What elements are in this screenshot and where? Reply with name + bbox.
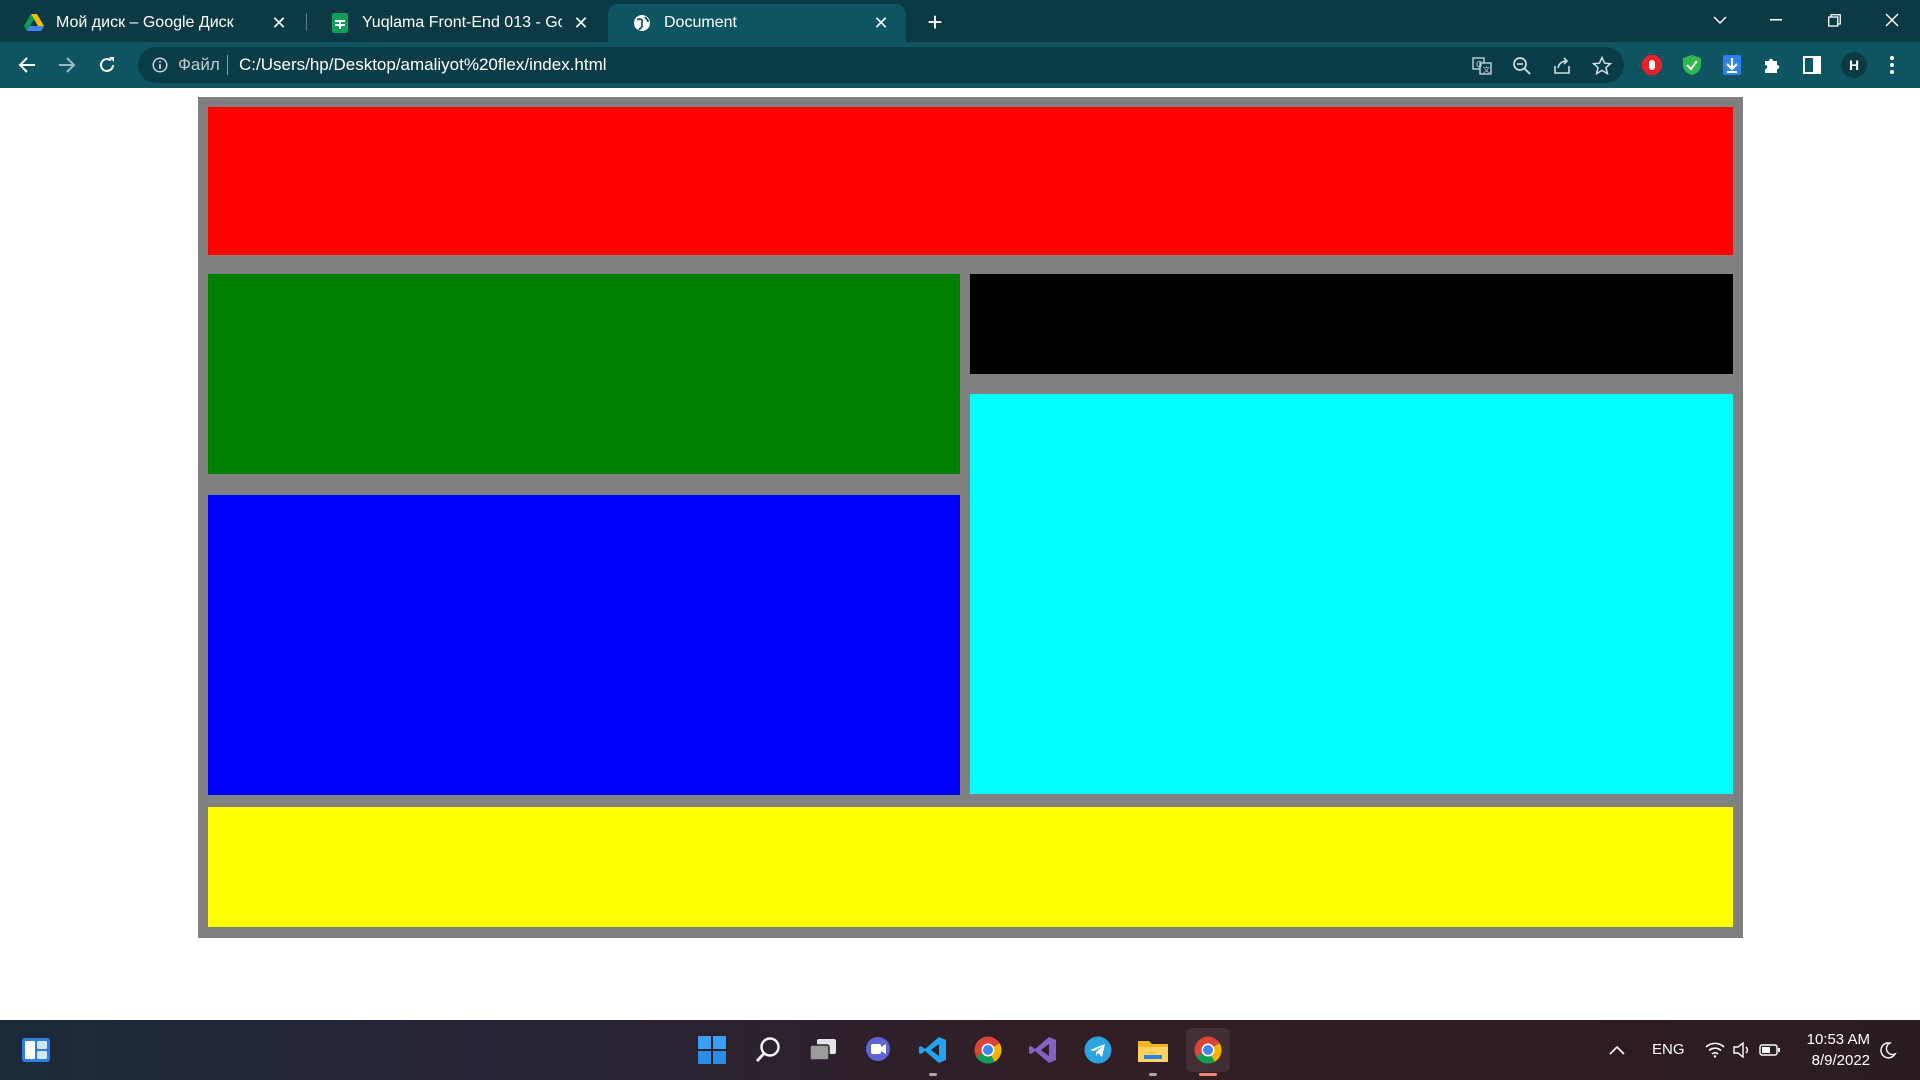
puzzle-extensions-icon[interactable] bbox=[1758, 51, 1786, 79]
visual-studio-icon[interactable] bbox=[1021, 1028, 1065, 1072]
running-indicator bbox=[1149, 1073, 1157, 1076]
close-window-icon[interactable] bbox=[1864, 0, 1920, 40]
tab-strip: Мой диск – Google Диск ✕ Yuqlama Front-E… bbox=[0, 0, 1920, 42]
black-block bbox=[970, 274, 1733, 374]
share-icon[interactable] bbox=[1549, 53, 1575, 79]
translate-icon[interactable]: G文 bbox=[1469, 53, 1495, 79]
chrome-icon[interactable] bbox=[1186, 1028, 1230, 1072]
widgets-icon[interactable] bbox=[14, 1028, 58, 1072]
volume-icon[interactable] bbox=[1729, 1028, 1755, 1072]
minimize-icon[interactable] bbox=[1748, 0, 1804, 40]
clock[interactable]: 10:53 AM 8/9/2022 bbox=[1806, 1029, 1870, 1071]
flex-container bbox=[198, 97, 1743, 938]
shield-check-icon[interactable] bbox=[1678, 51, 1706, 79]
close-tab-icon[interactable]: ✕ bbox=[268, 12, 290, 34]
restore-icon[interactable] bbox=[1806, 0, 1862, 40]
globe-icon bbox=[632, 13, 652, 33]
side-panel-icon[interactable] bbox=[1798, 51, 1826, 79]
download-manager-icon[interactable] bbox=[1718, 51, 1746, 79]
google-drive-icon bbox=[24, 13, 44, 33]
cyan-block bbox=[970, 394, 1733, 794]
address-bar[interactable]: Файл C:/Users/hp/Desktop/amaliyot%20flex… bbox=[138, 47, 1624, 83]
scheme-label: Файл bbox=[178, 55, 220, 74]
profile-avatar[interactable]: H bbox=[1841, 52, 1867, 78]
zoom-out-icon[interactable] bbox=[1509, 53, 1535, 79]
teams-chat-icon[interactable] bbox=[856, 1028, 900, 1072]
battery-icon[interactable] bbox=[1756, 1028, 1784, 1072]
start-icon[interactable] bbox=[690, 1028, 734, 1072]
svg-text:文: 文 bbox=[1483, 65, 1490, 74]
wifi-icon[interactable] bbox=[1702, 1028, 1728, 1072]
file-explorer-icon[interactable] bbox=[1131, 1028, 1175, 1072]
chrome-icon[interactable] bbox=[966, 1028, 1010, 1072]
blue-block bbox=[208, 495, 960, 795]
close-tab-icon[interactable]: ✕ bbox=[570, 12, 592, 34]
tab-title: Yuqlama Front-End 013 - Google bbox=[362, 14, 562, 31]
kebab-menu-icon[interactable] bbox=[1878, 51, 1906, 79]
back-button[interactable] bbox=[11, 49, 43, 81]
search-icon[interactable] bbox=[746, 1028, 790, 1072]
taskbar: ENG 10:53 AM 8/9/2022 bbox=[0, 1020, 1920, 1080]
running-indicator bbox=[929, 1073, 937, 1076]
browser-toolbar: Файл C:/Users/hp/Desktop/amaliyot%20flex… bbox=[0, 42, 1920, 88]
tab-google-drive[interactable]: Мой диск – Google Диск ✕ bbox=[0, 4, 304, 42]
adblock-icon[interactable] bbox=[1638, 51, 1666, 79]
green-block bbox=[208, 274, 960, 474]
clock-date: 8/9/2022 bbox=[1811, 1052, 1870, 1069]
active-indicator bbox=[1199, 1073, 1217, 1076]
chevron-up-icon[interactable] bbox=[1602, 1028, 1632, 1072]
svg-text:G: G bbox=[1476, 60, 1482, 69]
new-tab-button[interactable]: + bbox=[918, 6, 952, 38]
focus-moon-icon[interactable] bbox=[1872, 1028, 1904, 1072]
tab-title: Мой диск – Google Диск bbox=[56, 14, 234, 31]
reload-button[interactable] bbox=[91, 49, 123, 81]
url-text[interactable]: C:/Users/hp/Desktop/amaliyot%20flex/inde… bbox=[239, 55, 607, 75]
task-view-icon[interactable] bbox=[801, 1028, 845, 1072]
red-block bbox=[208, 107, 1733, 255]
tab-search-chevron-icon[interactable] bbox=[1692, 0, 1748, 40]
divider bbox=[227, 55, 228, 75]
tab-google-sheets[interactable]: Yuqlama Front-End 013 - Google ✕ bbox=[306, 4, 606, 42]
google-sheets-icon bbox=[330, 13, 350, 33]
page-viewport bbox=[0, 88, 1920, 1020]
clock-time: 10:53 AM bbox=[1806, 1031, 1870, 1048]
language-indicator[interactable]: ENG bbox=[1652, 1041, 1685, 1058]
yellow-block bbox=[208, 807, 1733, 927]
forward-button[interactable] bbox=[51, 49, 83, 81]
bookmark-star-icon[interactable] bbox=[1589, 53, 1615, 79]
close-tab-icon[interactable]: ✕ bbox=[870, 12, 892, 34]
info-icon[interactable] bbox=[150, 55, 170, 75]
tab-document[interactable]: Document ✕ bbox=[608, 4, 906, 42]
tab-title: Document bbox=[664, 14, 737, 31]
vscode-icon[interactable] bbox=[911, 1028, 955, 1072]
telegram-icon[interactable] bbox=[1076, 1028, 1120, 1072]
